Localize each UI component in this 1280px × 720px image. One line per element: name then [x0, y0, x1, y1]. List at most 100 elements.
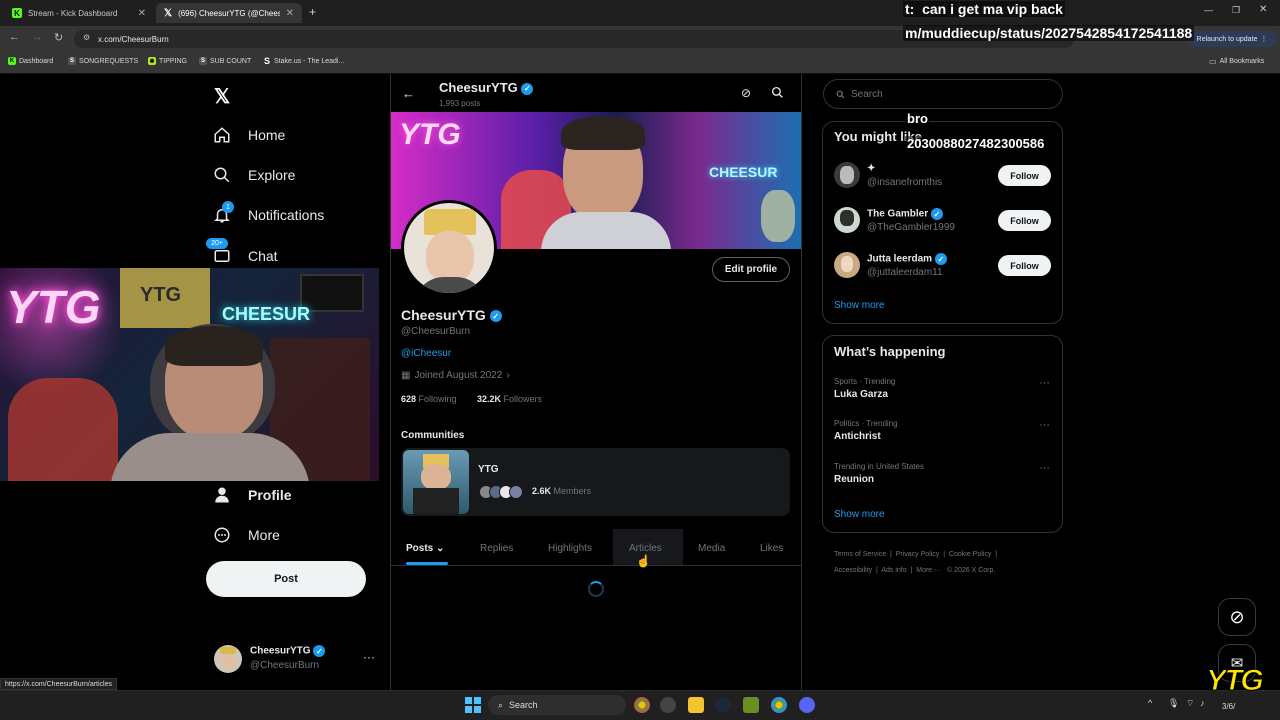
bookmark-sub-count[interactable]: S SUB COUNT — [199, 57, 251, 65]
bookmark-dashboard[interactable]: K Dashboard — [8, 57, 53, 65]
footer-link[interactable]: Terms of Service — [834, 551, 886, 558]
footer-link[interactable]: Accessibility — [834, 567, 872, 574]
browser-tab-kick[interactable]: K Stream - Kick Dashboard ✕ — [4, 3, 154, 23]
back-icon[interactable]: ← — [9, 31, 20, 43]
discord-icon[interactable] — [799, 697, 815, 713]
chevron-down-icon: ⌄ — [436, 542, 445, 554]
follow-button[interactable]: Follow — [998, 210, 1051, 231]
nav-more[interactable]: More — [212, 519, 280, 551]
follow-button[interactable]: Follow — [998, 165, 1051, 186]
search-input[interactable]: Search — [823, 79, 1063, 109]
footer-link[interactable]: Privacy Policy — [896, 551, 940, 558]
all-bookmarks[interactable]: ▭ All Bookmarks — [1209, 57, 1264, 66]
suggestion-name[interactable]: ✦ — [867, 163, 875, 174]
footer-link[interactable]: More ··· — [916, 567, 941, 574]
nav-notifications[interactable]: 1 Notifications — [212, 199, 324, 231]
profile-avatar[interactable] — [401, 200, 497, 296]
reload-icon[interactable]: ↻ — [54, 31, 63, 44]
chat-icon: 20+ — [206, 238, 232, 266]
trend-item[interactable]: Sports · Trending Luka Garza ··· — [834, 377, 1054, 407]
banner-neon-ytg: YTG — [399, 118, 461, 151]
nav-label: Home — [248, 127, 286, 143]
trend-more-icon[interactable]: ··· — [1039, 377, 1050, 389]
trend-item[interactable]: Politics · Trending Antichrist ··· — [834, 419, 1054, 449]
site-info-icon[interactable]: ⚙ — [83, 33, 90, 42]
file-explorer-icon[interactable] — [688, 697, 704, 713]
trend-meta: Politics · Trending — [834, 419, 898, 428]
tab-media[interactable]: Media — [698, 540, 725, 556]
avatar[interactable] — [834, 252, 860, 278]
tab-highlights[interactable]: Highlights — [548, 540, 592, 556]
forward-icon[interactable]: → — [32, 31, 43, 43]
tab-posts[interactable]: Posts ⌄ — [406, 540, 444, 556]
avatar[interactable] — [834, 207, 860, 233]
volume-icon[interactable]: ♪ — [1200, 698, 1205, 708]
search-placeholder: Search — [851, 88, 883, 100]
minimize-icon[interactable]: — — [1204, 5, 1213, 15]
avatar[interactable] — [834, 162, 860, 188]
community-name: YTG — [478, 464, 499, 475]
more-dots-icon[interactable]: ··· — [363, 650, 375, 664]
tab-replies[interactable]: Replies — [480, 540, 513, 556]
members-count: 2.6K — [532, 486, 552, 496]
trend-more-icon[interactable]: ··· — [1039, 462, 1050, 474]
maximize-icon[interactable]: ❐ — [1232, 5, 1240, 16]
browser-tab-x[interactable]: 𝕏 (696) CheesurYTG (@CheesurBu ✕ — [156, 3, 302, 23]
avatar-face — [221, 654, 235, 668]
relaunch-button[interactable]: Relaunch to update ⋮ — [1188, 31, 1276, 47]
following-link[interactable]: 628 Following — [401, 394, 457, 404]
joined-row[interactable]: ▦ Joined August 2022 › — [401, 370, 510, 381]
back-arrow-icon[interactable]: ← — [402, 86, 415, 101]
nav-home[interactable]: Home — [212, 119, 285, 151]
show-more-link[interactable]: Show more — [834, 300, 885, 311]
footer-link[interactable]: Ads info — [881, 567, 906, 574]
chrome-icon[interactable] — [634, 697, 650, 713]
suggestion-name-row[interactable]: Jutta leerdam ✓ — [867, 253, 947, 265]
close-tab-icon[interactable]: ✕ — [138, 8, 146, 19]
grok-icon[interactable]: ⊘ — [741, 86, 751, 100]
tab-likes[interactable]: Likes — [760, 540, 783, 556]
close-window-icon[interactable]: ✕ — [1259, 4, 1267, 15]
bio-mention-link[interactable]: @iCheesur — [401, 348, 451, 359]
close-tab-icon[interactable]: ✕ — [286, 8, 294, 19]
post-button[interactable]: Post — [206, 561, 366, 597]
bookmark-songrequests[interactable]: S SONGREQUESTS — [68, 57, 138, 65]
trend-item[interactable]: Trending in United States Reunion ··· — [834, 462, 1054, 492]
grok-icon: ⊘ — [1229, 606, 1245, 627]
footer-links: Terms of Service | Privacy Policy | Cook… — [834, 551, 998, 574]
search-profile-icon[interactable] — [771, 86, 784, 104]
bookmark-stake[interactable]: S Stake.us - The Leadi... — [263, 56, 344, 66]
nav-explore[interactable]: Explore — [212, 159, 295, 191]
taskbar-search[interactable]: ⌕ Search — [488, 695, 626, 715]
suggestion-name-row[interactable]: The Gambler ✓ — [867, 208, 943, 220]
chrome-icon[interactable] — [771, 697, 787, 713]
nav-profile[interactable]: Profile — [212, 479, 292, 511]
wifi-icon[interactable]: ⌔ — [1186, 698, 1194, 709]
windows-start-icon[interactable] — [465, 697, 481, 713]
bookmark-label: All Bookmarks — [1219, 58, 1265, 65]
verified-badge-icon: ✓ — [934, 253, 947, 265]
account-name-row: CheesurYTG ✓ — [250, 645, 326, 657]
new-tab-icon[interactable]: + — [309, 5, 316, 19]
follow-button[interactable]: Follow — [998, 255, 1051, 276]
steam-icon[interactable] — [715, 697, 731, 713]
trend-more-icon[interactable]: ··· — [1039, 419, 1050, 431]
community-member-avatars — [479, 485, 523, 499]
tab-title: (696) CheesurYTG (@CheesurBu — [178, 8, 280, 18]
account-switcher[interactable]: CheesurYTG ✓ @CheesurBurn ··· — [206, 640, 378, 678]
tab-label: Articles — [629, 542, 662, 554]
footer-link[interactable]: Cookie Policy — [949, 551, 991, 558]
tray-chevron-icon[interactable]: ^ — [1148, 698, 1152, 708]
community-card[interactable]: YTG 2.6K Members — [401, 448, 790, 516]
bookmark-tipping[interactable]: ✱ TIPPING — [148, 57, 187, 65]
mic-icon[interactable]: 🎙 — [1168, 698, 1179, 709]
minecraft-icon[interactable] — [743, 697, 759, 713]
x-logo-icon[interactable]: 𝕏 — [214, 84, 230, 109]
edit-profile-button[interactable]: Edit profile — [712, 257, 790, 282]
streamer-shirt — [110, 433, 310, 481]
followers-link[interactable]: 32.2K Followers — [477, 394, 542, 404]
tabs-divider — [391, 565, 801, 566]
app-icon[interactable] — [660, 697, 676, 713]
grok-floating-button[interactable]: ⊘ — [1218, 598, 1256, 636]
show-more-link[interactable]: Show more — [834, 509, 885, 520]
